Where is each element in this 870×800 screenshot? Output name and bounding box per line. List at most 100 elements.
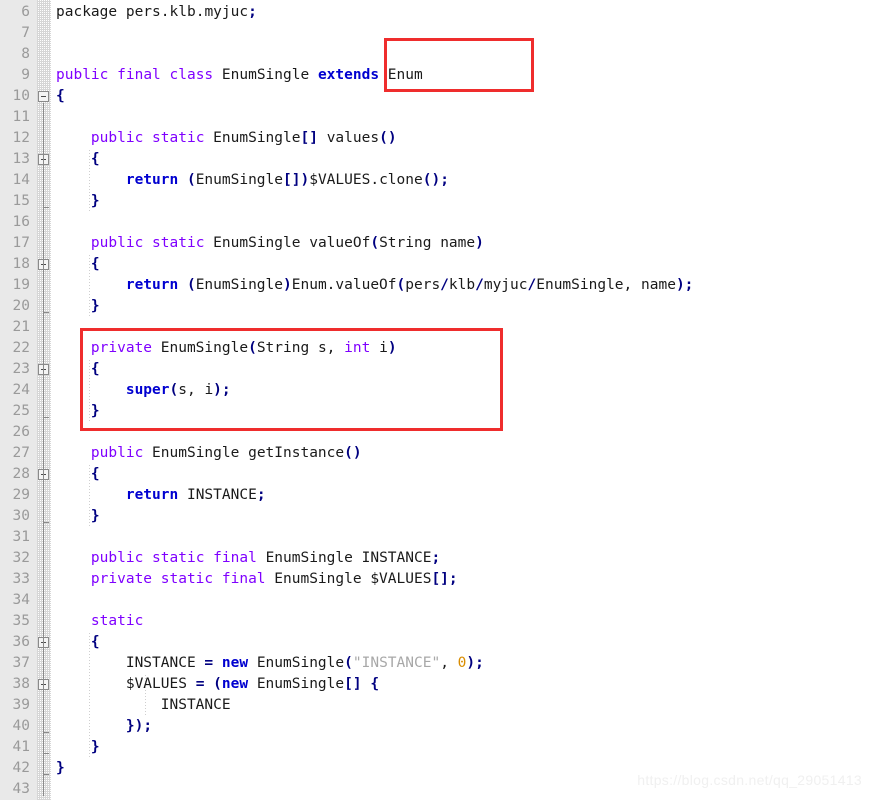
line-number: 19: [12, 277, 30, 293]
watermark: https://blog.csdn.net/qq_29051413: [637, 772, 862, 788]
code-line-text[interactable]: public static EnumSingle[] values(): [56, 128, 397, 149]
code-line-text[interactable]: static: [56, 611, 143, 632]
line-number: 37: [12, 655, 30, 671]
code-line[interactable]: 16: [0, 212, 870, 233]
code-line[interactable]: 9 public final class EnumSingle extends E…: [0, 65, 870, 86]
code-line[interactable]: 34: [0, 590, 870, 611]
line-number: 41: [12, 739, 30, 755]
code-line-text[interactable]: public static EnumSingle valueOf(String …: [56, 233, 484, 254]
code-line-text[interactable]: {: [56, 632, 100, 653]
code-line[interactable]: 19 return (EnumSingle)Enum.valueOf(pers/…: [0, 275, 870, 296]
code-line-text[interactable]: {: [56, 86, 65, 107]
code-line-text[interactable]: $VALUES = (new EnumSingle[] {: [56, 674, 379, 695]
code-line[interactable]: 6 package pers.klb.myjuc;: [0, 2, 870, 23]
code-line[interactable]: 13 {: [0, 149, 870, 170]
fold-rail: [43, 271, 44, 313]
line-number: 23: [12, 361, 30, 377]
code-line[interactable]: 10 {: [0, 86, 870, 107]
code-line-text[interactable]: {: [56, 359, 100, 380]
line-number: 39: [12, 697, 30, 713]
code-line-text[interactable]: return (EnumSingle[])$VALUES.clone();: [56, 170, 449, 191]
code-line[interactable]: 40 });: [0, 716, 870, 737]
code-line[interactable]: 17 public static EnumSingle valueOf(Stri…: [0, 233, 870, 254]
code-line-text[interactable]: }: [56, 296, 100, 317]
code-line[interactable]: 33 private static final EnumSingle $VALU…: [0, 569, 870, 590]
code-line[interactable]: 18 {: [0, 254, 870, 275]
code-line[interactable]: 31: [0, 527, 870, 548]
line-number: 28: [12, 466, 30, 482]
code-line-text[interactable]: }: [56, 191, 100, 212]
line-number: 12: [12, 130, 30, 146]
code-line-text[interactable]: public static final EnumSingle INSTANCE;: [56, 548, 440, 569]
code-line-text[interactable]: return (EnumSingle)Enum.valueOf(pers/klb…: [56, 275, 694, 296]
line-number: 6: [21, 4, 30, 20]
code-line[interactable]: 25 }: [0, 401, 870, 422]
line-number: 20: [12, 298, 30, 314]
line-number: 14: [12, 172, 30, 188]
code-line-text[interactable]: {: [56, 464, 100, 485]
code-line[interactable]: 8: [0, 44, 870, 65]
code-line[interactable]: 37 INSTANCE = new EnumSingle("INSTANCE",…: [0, 653, 870, 674]
code-line[interactable]: 24 super(s, i);: [0, 380, 870, 401]
code-line-text[interactable]: }: [56, 401, 100, 422]
line-number: 13: [12, 151, 30, 167]
code-line-text[interactable]: super(s, i);: [56, 380, 231, 401]
code-line-text[interactable]: }: [56, 506, 100, 527]
code-line-text[interactable]: INSTANCE = new EnumSingle("INSTANCE", 0)…: [56, 653, 484, 674]
fold-rail: [43, 691, 44, 733]
fold-rail: [43, 481, 44, 523]
code-line[interactable]: 38 $VALUES = (new EnumSingle[] {: [0, 674, 870, 695]
code-line[interactable]: 14 return (EnumSingle[])$VALUES.clone();: [0, 170, 870, 191]
code-line[interactable]: 39 INSTANCE: [0, 695, 870, 716]
line-number: 8: [21, 46, 30, 62]
code-line[interactable]: 32 public static final EnumSingle INSTAN…: [0, 548, 870, 569]
code-line-text[interactable]: private static final EnumSingle $VALUES[…: [56, 569, 458, 590]
code-line[interactable]: 27 public EnumSingle getInstance(): [0, 443, 870, 464]
code-line-text[interactable]: });: [56, 716, 152, 737]
code-line-text[interactable]: {: [56, 254, 100, 275]
code-line[interactable]: 7: [0, 23, 870, 44]
line-number: 36: [12, 634, 30, 650]
code-editor[interactable]: 6 package pers.klb.myjuc; 7 8 9 public final …: [0, 0, 870, 800]
line-number: 33: [12, 571, 30, 587]
line-number: 7: [21, 25, 30, 41]
line-number: 32: [12, 550, 30, 566]
fold-toggle-icon[interactable]: [38, 91, 49, 102]
code-line[interactable]: 41 }: [0, 737, 870, 758]
code-line-text[interactable]: private EnumSingle(String s, int i): [56, 338, 397, 359]
line-number: 27: [12, 445, 30, 461]
code-line[interactable]: 23 {: [0, 359, 870, 380]
code-line[interactable]: 11: [0, 107, 870, 128]
code-line-text[interactable]: return INSTANCE;: [56, 485, 266, 506]
code-line[interactable]: 28 {: [0, 464, 870, 485]
fold-rail: [43, 376, 44, 418]
code-line[interactable]: 21: [0, 317, 870, 338]
code-line[interactable]: 29 return INSTANCE;: [0, 485, 870, 506]
line-number: 17: [12, 235, 30, 251]
code-line-text[interactable]: INSTANCE: [56, 695, 231, 716]
code-line[interactable]: 36 {: [0, 632, 870, 653]
line-number: 25: [12, 403, 30, 419]
code-line-text[interactable]: }: [56, 758, 65, 779]
line-number: 9: [21, 67, 30, 83]
line-number: 29: [12, 487, 30, 503]
code-line[interactable]: 26: [0, 422, 870, 443]
line-number: 38: [12, 676, 30, 692]
line-number: 18: [12, 256, 30, 272]
code-line[interactable]: 20 }: [0, 296, 870, 317]
code-line-text[interactable]: public EnumSingle getInstance(): [56, 443, 362, 464]
code-line-text[interactable]: public final class EnumSingle extends En…: [56, 65, 423, 86]
code-line[interactable]: 30 }: [0, 506, 870, 527]
code-line[interactable]: 15 }: [0, 191, 870, 212]
line-number: 43: [12, 781, 30, 797]
code-line[interactable]: 22 private EnumSingle(String s, int i): [0, 338, 870, 359]
line-number: 31: [12, 529, 30, 545]
fold-rail: [43, 166, 44, 208]
code-line[interactable]: 12 public static EnumSingle[] values(): [0, 128, 870, 149]
line-number: 40: [12, 718, 30, 734]
code-line[interactable]: 35 static: [0, 611, 870, 632]
code-line-text[interactable]: }: [56, 737, 100, 758]
line-number: 15: [12, 193, 30, 209]
code-line-text[interactable]: package pers.klb.myjuc;: [56, 2, 257, 23]
code-line-text[interactable]: {: [56, 149, 100, 170]
